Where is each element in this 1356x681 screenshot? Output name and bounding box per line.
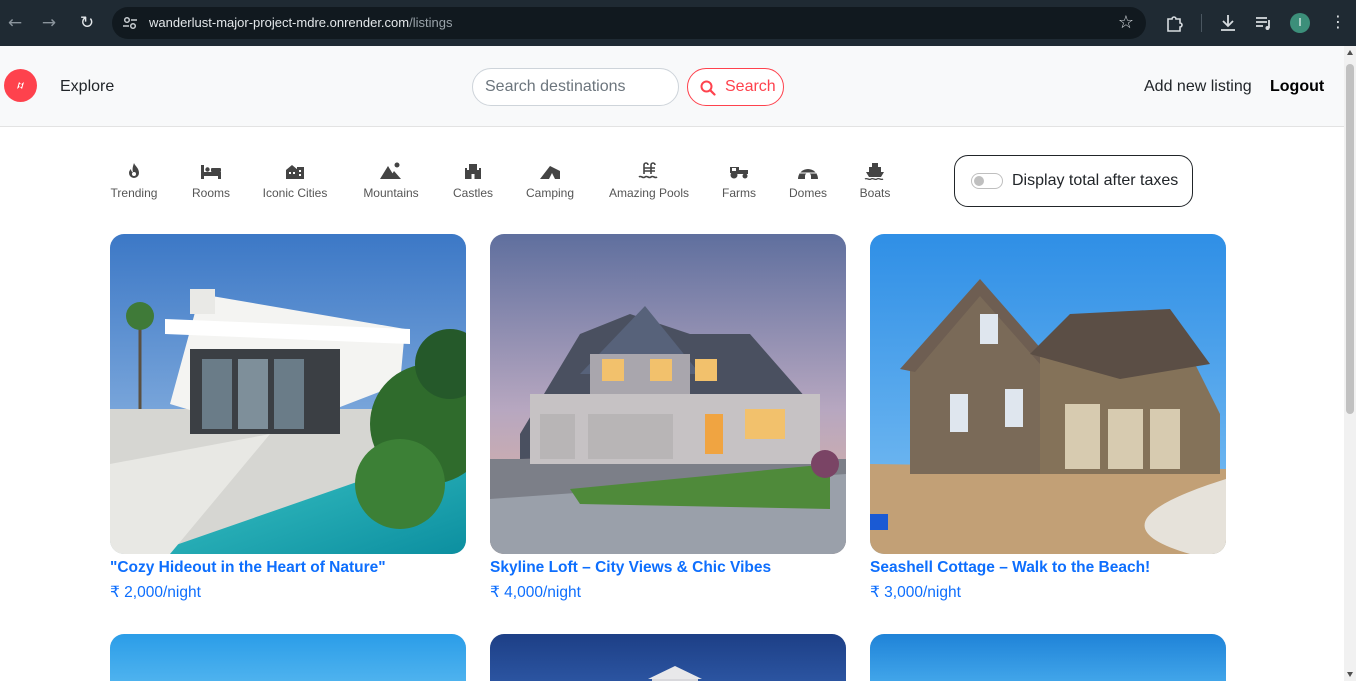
tax-toggle-container: Display total after taxes <box>954 155 1193 207</box>
fire-icon <box>129 163 139 178</box>
extensions-icon[interactable] <box>1164 12 1186 34</box>
listing-image[interactable] <box>110 234 466 554</box>
url-host: wanderlust-major-project-mdre.onrender.c… <box>149 15 410 30</box>
listing-card[interactable]: Seashell Cottage – Walk to the Beach! ₹ … <box>870 234 1226 602</box>
logout-link[interactable]: Logout <box>1264 68 1330 106</box>
add-new-listing-link[interactable]: Add new listing <box>1138 68 1258 106</box>
listing-title[interactable]: Seashell Cottage – Walk to the Beach! <box>870 559 1226 577</box>
explore-link[interactable]: Explore <box>54 68 120 106</box>
filter-label: Castles <box>452 186 493 200</box>
filter-boats[interactable]: Boats <box>857 162 893 200</box>
compass-logo-icon[interactable] <box>4 69 37 102</box>
listing-image[interactable] <box>870 634 1226 681</box>
filter-label: Boats <box>859 186 891 200</box>
bed-icon <box>201 165 221 179</box>
listing-image[interactable] <box>490 234 846 554</box>
listing-card[interactable]: Skyline Loft – City Views & Chic Vibes ₹… <box>490 234 846 602</box>
filter-label: Rooms <box>191 186 230 200</box>
browser-toolbar: ← → ↻ wanderlust-major-project-mdre.onre… <box>0 0 1356 46</box>
listing-price: ₹ 3,000/night <box>870 584 961 601</box>
tractor-icon <box>730 167 748 179</box>
listing-image[interactable] <box>490 634 846 681</box>
listing-price: ₹ 4,000/night <box>490 584 581 601</box>
back-icon[interactable]: ← <box>4 12 26 34</box>
filter-label: Farms <box>722 186 756 200</box>
filter-camping[interactable]: Camping <box>522 162 578 200</box>
address-bar[interactable]: wanderlust-major-project-mdre.onrender.c… <box>112 7 1146 39</box>
search-button-label: Search <box>725 78 776 95</box>
scroll-down-arrow[interactable] <box>1347 672 1353 677</box>
filter-label: Trending <box>110 186 158 200</box>
forward-icon[interactable]: → <box>38 12 60 34</box>
campground-icon <box>540 166 560 179</box>
chrome-menu-icon[interactable]: ⋮ <box>1330 12 1346 31</box>
listing-image[interactable] <box>870 234 1226 554</box>
listing-card[interactable]: "Cozy Hideout in the Heart of Nature" ₹ … <box>110 234 466 602</box>
castle-icon <box>465 164 481 179</box>
url-text: wanderlust-major-project-mdre.onrender.c… <box>149 15 452 30</box>
search-input[interactable] <box>472 68 679 106</box>
bookmark-star-icon[interactable]: ☆ <box>1118 12 1134 33</box>
filter-farms[interactable]: Farms <box>721 162 757 200</box>
site-info-icon[interactable] <box>122 15 138 31</box>
listing-image[interactable] <box>110 634 466 681</box>
reload-icon[interactable]: ↻ <box>76 12 98 34</box>
search-icon <box>700 80 716 96</box>
search-button[interactable]: Search <box>687 68 784 106</box>
listing-title[interactable]: Skyline Loft – City Views & Chic Vibes <box>490 559 846 577</box>
filter-label: Camping <box>525 186 575 200</box>
profile-avatar[interactable]: I <box>1290 13 1310 33</box>
filter-label: Domes <box>788 186 827 200</box>
web-page: Explore Search Add new listing Logout Tr… <box>0 46 1344 681</box>
tax-toggle-switch[interactable] <box>971 173 1003 189</box>
ship-icon <box>864 163 884 180</box>
filter-domes[interactable]: Domes <box>786 162 830 200</box>
filter-rooms[interactable]: Rooms <box>189 162 233 200</box>
filter-iconic-cities[interactable]: Iconic Cities <box>260 162 330 200</box>
url-path: /listings <box>409 15 453 30</box>
toggle-knob <box>974 176 984 186</box>
toolbar-divider <box>1201 14 1202 32</box>
filter-trending[interactable]: Trending <box>108 162 160 200</box>
scroll-up-arrow[interactable] <box>1347 50 1353 55</box>
pool-icon <box>638 162 658 179</box>
city-icon <box>286 165 304 179</box>
site-navbar: Explore Search Add new listing Logout <box>0 46 1344 127</box>
filter-castles[interactable]: Castles <box>451 162 495 200</box>
igloo-icon <box>798 167 818 179</box>
listing-price: ₹ 2,000/night <box>110 584 201 601</box>
mountain-icon <box>380 162 401 179</box>
listing-title[interactable]: "Cozy Hideout in the Heart of Nature" <box>110 559 466 577</box>
page-scrollbar[interactable] <box>1344 46 1356 681</box>
filter-label: Iconic Cities <box>262 186 328 200</box>
tax-toggle-label[interactable]: Display total after taxes <box>1012 172 1178 190</box>
filter-mountains[interactable]: Mountains <box>359 162 423 200</box>
filter-label: Mountains <box>363 186 419 200</box>
scrollbar-thumb[interactable] <box>1346 64 1354 414</box>
download-icon[interactable] <box>1217 12 1239 34</box>
filter-label: Amazing Pools <box>608 186 690 200</box>
media-controls-icon[interactable] <box>1253 12 1275 34</box>
filter-amazing-pools[interactable]: Amazing Pools <box>605 162 693 200</box>
